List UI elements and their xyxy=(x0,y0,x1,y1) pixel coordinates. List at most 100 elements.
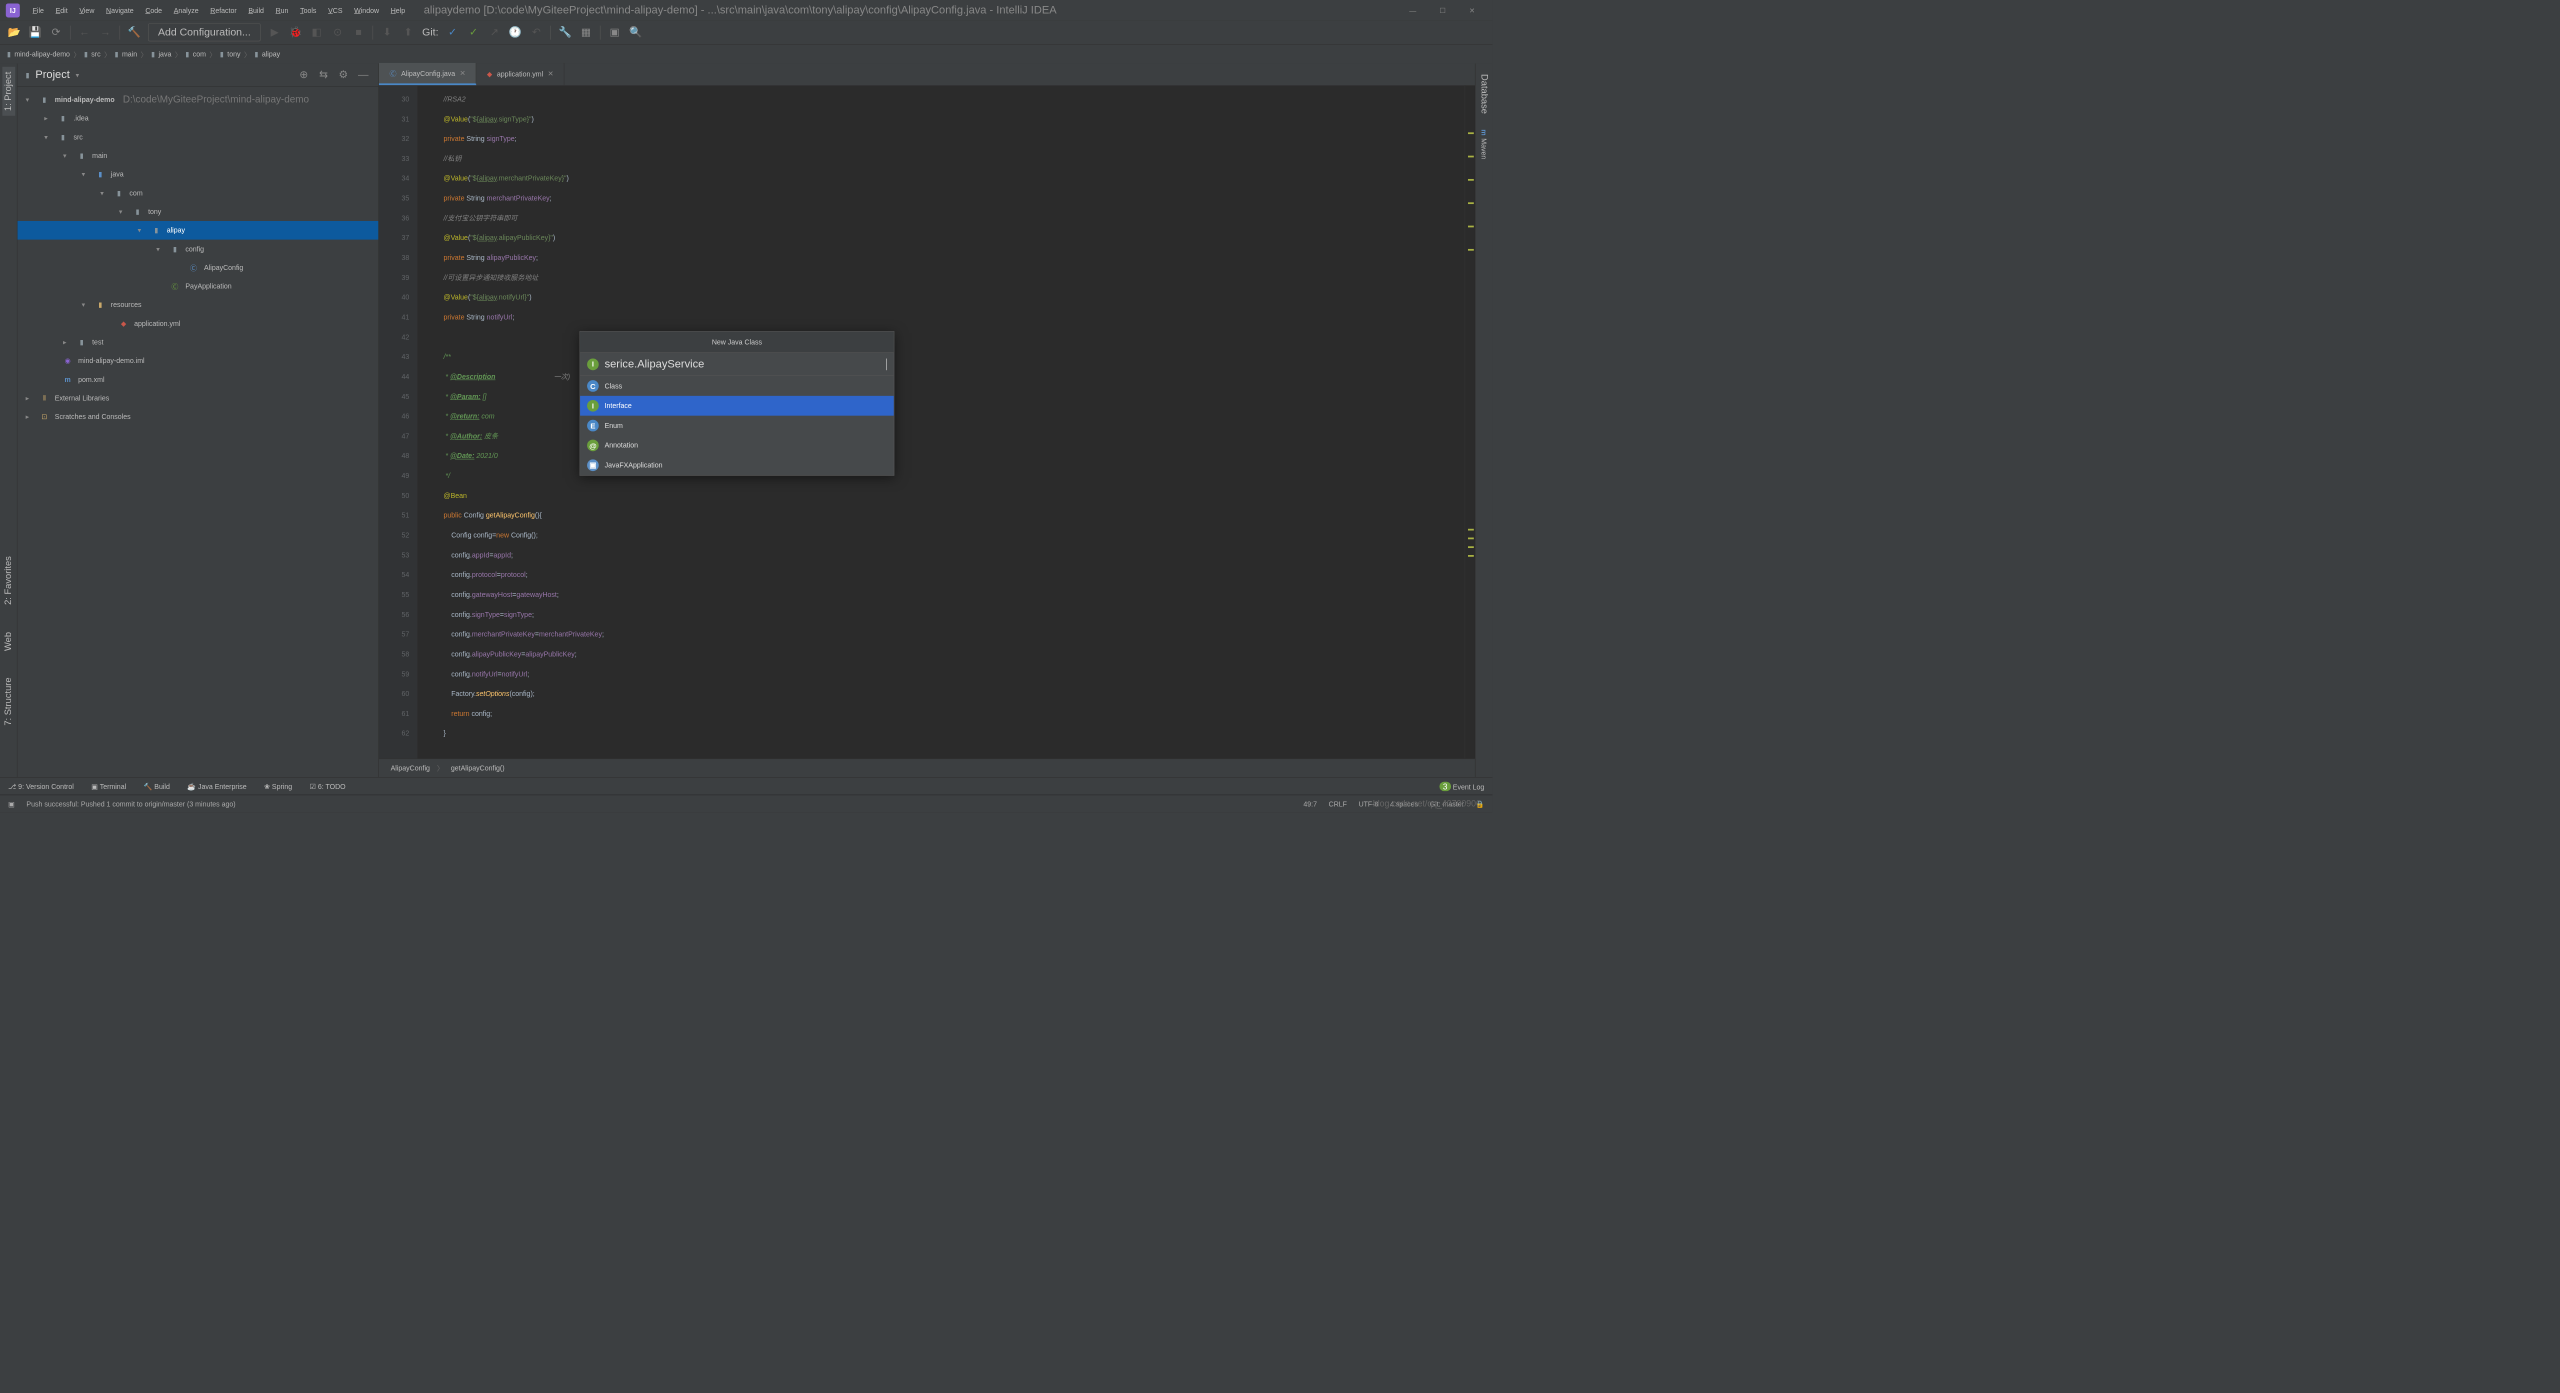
tree-leaf[interactable]: ◉mind-alipay-demo.iml xyxy=(17,352,378,371)
line-gutter[interactable]: 3031323334353637383940414243444546474849… xyxy=(379,86,417,759)
forward-icon[interactable]: → xyxy=(99,25,113,39)
line-separator[interactable]: CRLF xyxy=(1329,800,1347,808)
status-icon[interactable]: ▣ xyxy=(8,800,15,808)
tool-tab-javaee[interactable]: ☕ Java Enterprise xyxy=(187,782,246,790)
vcs-commit-icon[interactable]: ⬆ xyxy=(401,25,415,39)
minimize-icon[interactable]: — xyxy=(1409,6,1416,14)
nav-crumb[interactable]: ▮java xyxy=(151,50,171,58)
menu-view[interactable]: View xyxy=(73,4,100,17)
run-icon[interactable]: ▶ xyxy=(268,25,282,39)
tree-node[interactable]: ▾▮config xyxy=(17,240,378,259)
tool-tab-structure[interactable]: 7: Structure xyxy=(2,673,15,731)
project-view-label[interactable]: Project xyxy=(35,69,69,82)
locate-icon[interactable]: ⊕ xyxy=(297,68,311,82)
tree-node[interactable]: ▾▮tony xyxy=(17,202,378,221)
git-revert-icon[interactable]: ↶ xyxy=(529,25,543,39)
tree-node[interactable]: ▾▮main xyxy=(17,146,378,165)
nav-crumb[interactable]: ▮tony xyxy=(220,50,241,58)
popup-option-enum[interactable]: EEnum xyxy=(580,416,894,436)
tool-tab-vcs[interactable]: ⎇ 9: Version Control xyxy=(8,782,74,790)
tree-node[interactable]: ▸⫴External Libraries xyxy=(17,389,378,408)
menu-run[interactable]: Run xyxy=(270,4,295,17)
tool-tab-build[interactable]: 🔨 Build xyxy=(144,782,170,790)
editor-tab[interactable]: ◆application.yml× xyxy=(476,63,564,85)
menu-navigate[interactable]: Navigate xyxy=(100,4,139,17)
menu-edit[interactable]: Edit xyxy=(50,4,74,17)
tree-leaf[interactable]: mpom.xml xyxy=(17,370,378,389)
popup-option-annotation[interactable]: @Annotation xyxy=(580,436,894,456)
menu-vcs[interactable]: VCS xyxy=(322,4,348,17)
tree-node[interactable]: ▾▮resources xyxy=(17,296,378,315)
menu-refactor[interactable]: Refactor xyxy=(204,4,242,17)
maximize-icon[interactable]: ☐ xyxy=(1440,6,1446,14)
tree-node[interactable]: ▾▮src xyxy=(17,128,378,147)
popup-option-interface[interactable]: IInterface xyxy=(580,396,894,416)
tool-tab-web[interactable]: Web xyxy=(2,627,15,655)
tree-leaf[interactable]: ⒸPayApplication xyxy=(17,277,378,296)
nav-crumb[interactable]: ▮mind-alipay-demo xyxy=(7,50,70,58)
tool-tab-database[interactable]: Database xyxy=(1478,69,1491,118)
tree-node-root[interactable]: ▾▮mind-alipay-demoD:\code\MyGiteeProject… xyxy=(17,90,378,109)
tree-leaf[interactable]: ⒸAlipayConfig xyxy=(17,258,378,277)
hide-icon[interactable]: — xyxy=(356,68,370,82)
nav-crumb[interactable]: ▮alipay xyxy=(254,50,280,58)
code-editor[interactable]: //RSA2 @Value("${alipay.signType}") priv… xyxy=(417,86,1464,759)
nav-crumb[interactable]: ▮main xyxy=(115,50,138,58)
close-icon[interactable]: ✕ xyxy=(1469,6,1475,14)
tree-node[interactable]: ▾▮java xyxy=(17,165,378,184)
close-tab-icon[interactable]: × xyxy=(460,68,465,78)
git-commit-icon[interactable]: ✓ xyxy=(466,25,480,39)
menu-analyze[interactable]: Analyze xyxy=(168,4,205,17)
project-tree[interactable]: ▾▮mind-alipay-demoD:\code\MyGiteeProject… xyxy=(17,87,378,777)
tree-node[interactable]: ▸▮test xyxy=(17,333,378,352)
git-push-icon[interactable]: ↗ xyxy=(487,25,501,39)
error-stripe[interactable] xyxy=(1464,86,1474,759)
tree-node-selected[interactable]: ▾▮alipay xyxy=(17,221,378,240)
menu-code[interactable]: Code xyxy=(139,4,167,17)
git-pull-icon[interactable]: ✓ xyxy=(445,25,459,39)
tree-node[interactable]: ▸▮.idea xyxy=(17,109,378,128)
menu-file[interactable]: File xyxy=(27,4,50,17)
build-icon[interactable]: 🔨 xyxy=(127,25,141,39)
menu-build[interactable]: Build xyxy=(243,4,270,17)
tool-tab-favorites[interactable]: 2: Favorites xyxy=(2,552,15,610)
tree-node[interactable]: ▾▮com xyxy=(17,184,378,203)
git-history-icon[interactable]: 🕐 xyxy=(508,25,522,39)
close-tab-icon[interactable]: × xyxy=(548,69,553,79)
project-structure-icon[interactable]: ▦ xyxy=(579,25,593,39)
menu-window[interactable]: Window xyxy=(348,4,385,17)
settings-gear-icon[interactable]: ⚙ xyxy=(336,68,350,82)
coverage-icon[interactable]: ◧ xyxy=(310,25,324,39)
search-everywhere-icon[interactable]: 🔍 xyxy=(629,25,643,39)
editor-tab-active[interactable]: ⒸAlipayConfig.java× xyxy=(379,63,476,85)
menu-tools[interactable]: Tools xyxy=(294,4,322,17)
tree-leaf[interactable]: ◆application.yml xyxy=(17,314,378,333)
tool-tab-project[interactable]: 1: Project xyxy=(2,67,15,116)
expand-all-icon[interactable]: ⇆ xyxy=(317,68,331,82)
back-icon[interactable]: ← xyxy=(78,25,92,39)
nav-crumb[interactable]: ▮com xyxy=(185,50,206,58)
open-icon[interactable]: 📂 xyxy=(7,25,21,39)
tool-tab-terminal[interactable]: ▣ Terminal xyxy=(91,782,126,790)
tool-tab-todo[interactable]: ☑ 6: TODO xyxy=(310,782,346,790)
debug-icon[interactable]: 🐞 xyxy=(289,25,303,39)
event-log-button[interactable]: 3 Event Log xyxy=(1439,782,1484,791)
sync-icon[interactable]: ⟳ xyxy=(49,25,63,39)
popup-option-class[interactable]: CClass xyxy=(580,376,894,396)
run-anything-icon[interactable]: ▣ xyxy=(608,25,622,39)
tool-tab-maven[interactable]: m Maven xyxy=(1478,124,1491,163)
profile-icon[interactable]: ⊙ xyxy=(331,25,345,39)
run-config-dropdown[interactable]: Add Configuration... xyxy=(148,23,261,41)
stop-icon[interactable]: ■ xyxy=(352,25,366,39)
vcs-update-icon[interactable]: ⬇ xyxy=(380,25,394,39)
tree-node[interactable]: ▸⊡Scratches and Consoles xyxy=(17,408,378,427)
settings-icon[interactable]: 🔧 xyxy=(558,25,572,39)
popup-option-javafxapplication[interactable]: ▣JavaFXApplication xyxy=(580,455,894,475)
class-name-input[interactable] xyxy=(605,358,881,371)
cursor-position[interactable]: 49:7 xyxy=(1303,800,1317,808)
editor-breadcrumb[interactable]: AlipayConfig〉getAlipayConfig() xyxy=(379,758,1475,777)
save-all-icon[interactable]: 💾 xyxy=(28,25,42,39)
nav-crumb[interactable]: ▮src xyxy=(84,50,101,58)
tool-tab-spring[interactable]: ❀ Spring xyxy=(264,782,292,790)
menu-help[interactable]: Help xyxy=(385,4,411,17)
